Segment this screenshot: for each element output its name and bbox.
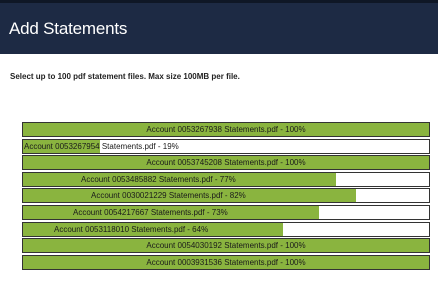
file-upload-label: Account 0054217667 Statements.pdf - 73% xyxy=(73,207,228,217)
upload-instructions: Select up to 100 pdf statement files. Ma… xyxy=(10,72,240,81)
file-upload-label: Account 0053267954 Statements.pdf - 19% xyxy=(24,141,179,151)
file-upload-row: Account 0053267938 Statements.pdf - 100% xyxy=(22,122,430,137)
add-statements-dialog: Add Statements Select up to 100 pdf stat… xyxy=(0,0,438,299)
file-upload-label: Account 0053118010 Statements.pdf - 64% xyxy=(54,224,209,234)
file-upload-row: Account 0054030192 Statements.pdf - 100% xyxy=(22,238,430,254)
file-upload-label: Account 0003931536 Statements.pdf - 100% xyxy=(146,257,306,267)
file-upload-row: Account 0053745208 Statements.pdf - 100% xyxy=(22,155,430,171)
dialog-title: Add Statements xyxy=(9,19,128,38)
file-upload-row: Account 0054217667 Statements.pdf - 73% xyxy=(22,204,430,220)
file-upload-row: Account 0053485882 Statements.pdf - 77% xyxy=(22,171,430,187)
file-upload-row: Account 0053118010 Statements.pdf - 64% xyxy=(22,221,430,237)
dialog-header: Add Statements xyxy=(0,0,438,54)
file-upload-row: Account 0053267954 Statements.pdf - 19% xyxy=(22,138,430,154)
file-upload-label: Account 0054030192 Statements.pdf - 100% xyxy=(146,241,306,251)
file-upload-row: Account 0030021229 Statements.pdf - 82% xyxy=(22,188,430,204)
file-upload-row: Account 0003931536 Statements.pdf - 100% xyxy=(22,254,430,270)
upload-file-list: Account 0053267938 Statements.pdf - 100%… xyxy=(22,122,430,271)
file-upload-label: Account 0030021229 Statements.pdf - 82% xyxy=(91,191,246,201)
file-upload-label: Account 0053267938 Statements.pdf - 100% xyxy=(146,125,306,134)
file-upload-label: Account 0053485882 Statements.pdf - 77% xyxy=(81,174,236,184)
file-upload-label: Account 0053745208 Statements.pdf - 100% xyxy=(146,158,306,168)
